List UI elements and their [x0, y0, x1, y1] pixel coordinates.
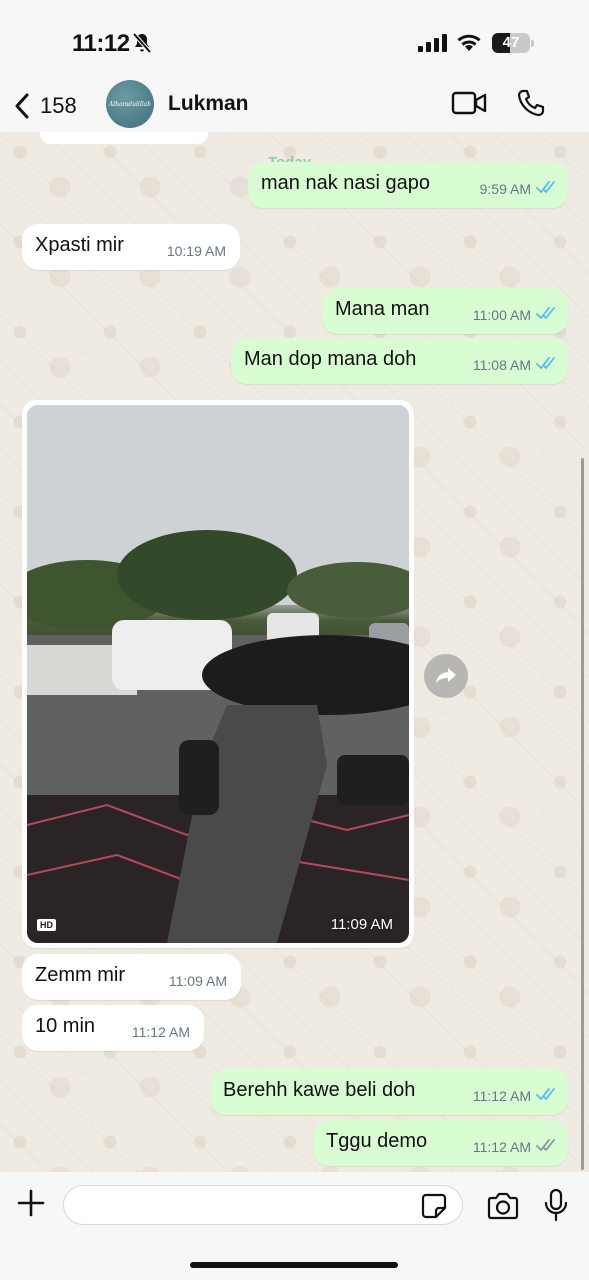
- message-time: 11:09 AM: [330, 916, 393, 933]
- message-text: Man dop mana doh: [244, 348, 417, 370]
- back-button[interactable]: 158: [14, 88, 77, 124]
- message-time: 11:12 AM: [472, 1088, 531, 1104]
- message-time: 11:09 AM: [168, 973, 227, 989]
- message-time: 11:12 AM: [131, 1024, 190, 1040]
- avatar-logo-text: Alhamdulillah: [108, 100, 152, 108]
- shared-photo[interactable]: HD 11:09 AM: [27, 405, 409, 943]
- read-ticks-icon: [536, 1073, 556, 1119]
- battery-icon: 47: [492, 33, 534, 53]
- plus-icon[interactable]: [16, 1188, 46, 1218]
- chat-header: 158 Alhamdulillah Lukman: [0, 80, 589, 132]
- hd-badge: HD: [37, 919, 56, 931]
- chat-area[interactable]: Today man nak nasi gapo 9:59 AM Xpasti m…: [0, 132, 589, 1172]
- message-bubble[interactable]: 10 min 11:12 AM: [22, 1005, 204, 1051]
- chevron-left-icon: [15, 93, 29, 119]
- camera-icon[interactable]: [486, 1192, 520, 1220]
- message-text: Xpasti mir: [35, 234, 124, 256]
- wifi-icon: [457, 34, 481, 51]
- message-bubble[interactable]: Zemm mir 11:09 AM: [22, 954, 241, 1000]
- message-time: 11:12 AM: [472, 1139, 531, 1155]
- read-ticks-icon: [536, 342, 556, 388]
- phone-icon[interactable]: [516, 88, 546, 118]
- sticker-icon[interactable]: [420, 1192, 448, 1220]
- message-bubble[interactable]: Man dop mana doh 11:08 AM: [231, 338, 568, 384]
- message-text: 10 min: [35, 1015, 96, 1037]
- contact-name[interactable]: Lukman: [168, 92, 249, 116]
- message-text: Berehh kawe beli doh: [223, 1079, 416, 1101]
- read-ticks-icon: [536, 166, 556, 212]
- image-message[interactable]: HD 11:09 AM: [22, 400, 414, 948]
- signal-icon: [418, 34, 447, 52]
- message-input[interactable]: [63, 1185, 463, 1225]
- message-text: Zemm mir: [35, 964, 125, 986]
- delivered-ticks-icon: [536, 1124, 556, 1170]
- bell-off-icon: [132, 32, 152, 54]
- scrollbar[interactable]: [581, 458, 584, 1170]
- read-ticks-icon: [536, 292, 556, 338]
- home-indicator: [190, 1262, 398, 1268]
- message-bubble[interactable]: man nak nasi gapo 9:59 AM: [248, 162, 568, 208]
- video-call-icon[interactable]: [451, 90, 487, 116]
- microphone-icon[interactable]: [543, 1188, 569, 1222]
- status-bar: 11:12 47: [0, 0, 589, 80]
- message-bubble[interactable]: Xpasti mir 10:19 AM: [22, 224, 240, 270]
- status-time: 11:12: [72, 30, 130, 57]
- photo-scene: [27, 405, 409, 943]
- message-bubble[interactable]: Mana man 11:00 AM: [322, 288, 568, 334]
- forward-button[interactable]: [424, 654, 468, 698]
- message-text: man nak nasi gapo: [261, 172, 431, 194]
- input-bar: [0, 1172, 589, 1280]
- message-bubble[interactable]: Tggu demo 11:12 AM: [313, 1120, 568, 1166]
- message-bubble[interactable]: Berehh kawe beli doh 11:12 AM: [210, 1069, 568, 1115]
- avatar[interactable]: Alhamdulillah: [106, 80, 154, 128]
- message-time: 9:59 AM: [479, 181, 531, 197]
- message-time: 10:19 AM: [166, 243, 226, 259]
- unread-count: 158: [40, 93, 77, 118]
- forward-arrow-icon: [436, 668, 456, 684]
- message-time: 11:08 AM: [472, 357, 531, 373]
- battery-level: 47: [502, 34, 520, 51]
- message-time: 11:00 AM: [472, 307, 531, 323]
- message-bubble-partial: [40, 132, 208, 144]
- message-text: Tggu demo: [326, 1130, 428, 1152]
- message-text: Mana man: [335, 298, 430, 320]
